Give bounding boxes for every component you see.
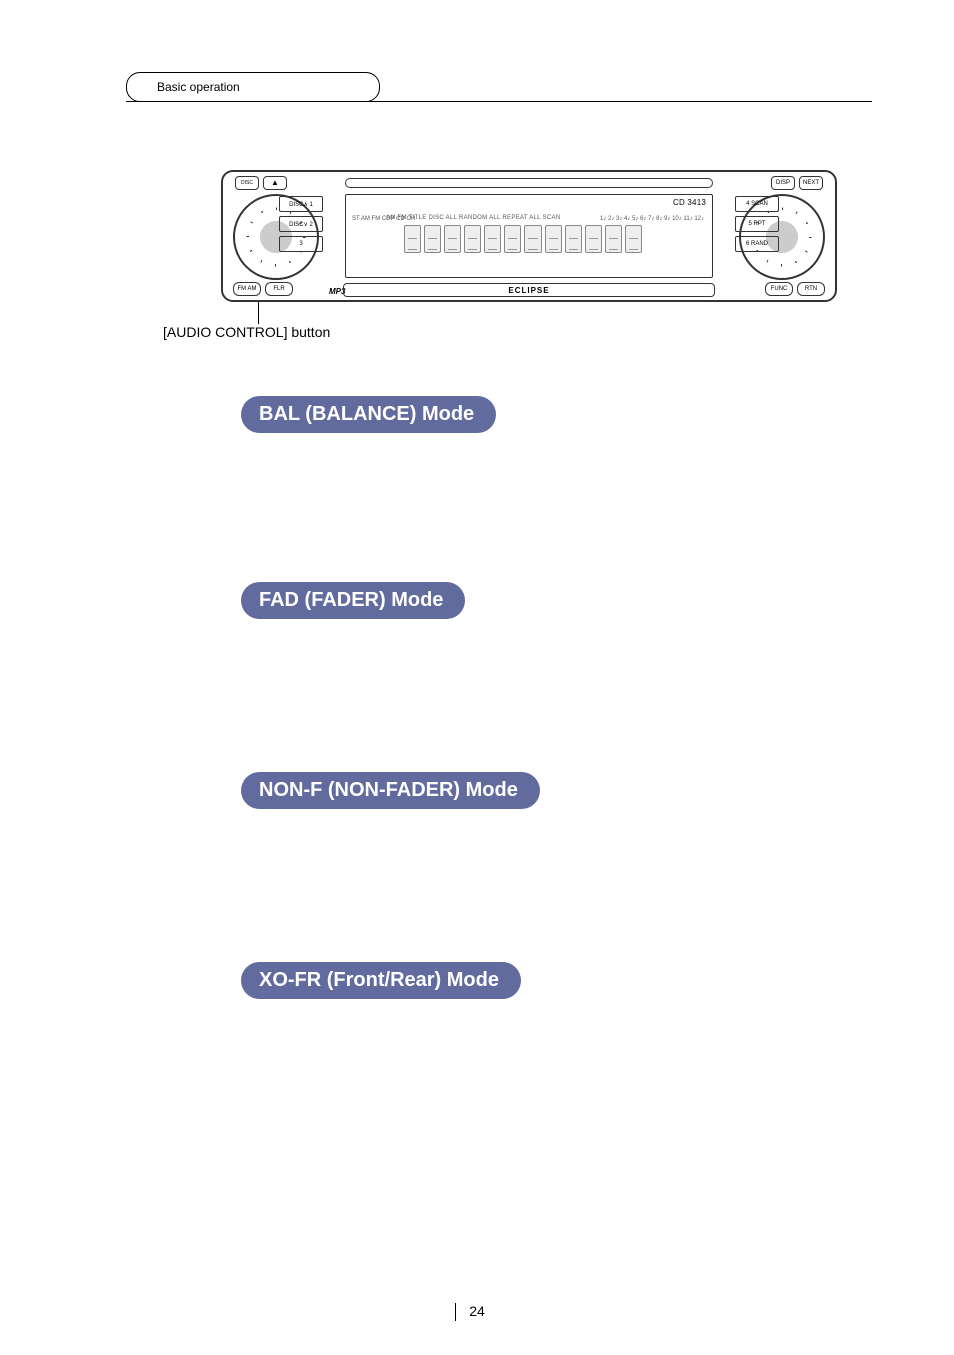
lcd-segment-digits: [404, 225, 642, 253]
lcd-display: CD 3413 ST AM FM CDP CD CH AM FM TITLE D…: [345, 194, 713, 278]
stereo-illustration: DISC ▲ DISP NEXT DISC∧ 1 DISC∨ 2 3 4 SCA…: [221, 170, 837, 302]
left-preset-buttons: DISC∧ 1 DISC∨ 2 3: [279, 196, 323, 252]
segment-digit-icon: [605, 225, 622, 253]
segment-digit-icon: [565, 225, 582, 253]
preset-button: 3: [279, 236, 323, 252]
segment-digit-icon: [585, 225, 602, 253]
header-rule: [126, 101, 872, 102]
brand-strip: ECLIPSE: [343, 283, 715, 297]
func-button-icon: FUNC: [765, 282, 793, 296]
preset-button: 5 RPT: [735, 216, 779, 232]
brand-label: ECLIPSE: [508, 286, 549, 295]
disc-button-icon: DISC: [235, 176, 259, 190]
page-number: 24: [0, 1303, 954, 1319]
segment-digit-icon: [545, 225, 562, 253]
section-tab: Basic operation: [126, 72, 380, 102]
preset-button: DISC∧ 1: [279, 196, 323, 212]
mode-heading-bal: BAL (BALANCE) Mode: [241, 396, 496, 433]
segment-digit-icon: [424, 225, 441, 253]
model-number: CD 3413: [673, 198, 706, 207]
preset-button: DISC∨ 2: [279, 216, 323, 232]
flr-button-icon: FLR: [265, 282, 293, 296]
segment-digit-icon: [524, 225, 541, 253]
preset-button: 4 SCAN: [735, 196, 779, 212]
segment-digit-icon: [504, 225, 521, 253]
lcd-preset-grid: 1♪ 2♪ 3♪ 4♪ 5♪ 6♪ 7♪ 8♪ 9♪ 10♪ 11♪ 12♪: [600, 215, 704, 224]
mode-heading-xofr: XO-FR (Front/Rear) Mode: [241, 962, 521, 999]
segment-digit-icon: [444, 225, 461, 253]
segment-digit-icon: [404, 225, 421, 253]
segment-digit-icon: [484, 225, 501, 253]
fm-am-button-icon: FM AM: [233, 282, 261, 296]
right-preset-buttons: 4 SCAN 5 RPT 6 RAND: [735, 196, 779, 252]
preset-button: 6 RAND: [735, 236, 779, 252]
disp-button-icon: DISP: [771, 176, 795, 190]
callout-label: [AUDIO CONTROL] button: [163, 324, 330, 340]
eject-button-icon: ▲: [263, 176, 287, 190]
cd-slot: [345, 178, 713, 188]
section-label: Basic operation: [157, 80, 240, 94]
mode-heading-nonf: NON-F (NON-FADER) Mode: [241, 772, 540, 809]
next-button-icon: NEXT: [799, 176, 823, 190]
stereo-faceplate: DISC ▲ DISP NEXT DISC∧ 1 DISC∨ 2 3 4 SCA…: [221, 170, 837, 302]
segment-digit-icon: [464, 225, 481, 253]
callout-leader-line: [258, 302, 259, 324]
page-number-value: 24: [469, 1303, 485, 1319]
rtn-button-icon: RTN: [797, 282, 825, 296]
segment-digit-icon: [625, 225, 642, 253]
mode-heading-fad: FAD (FADER) Mode: [241, 582, 465, 619]
